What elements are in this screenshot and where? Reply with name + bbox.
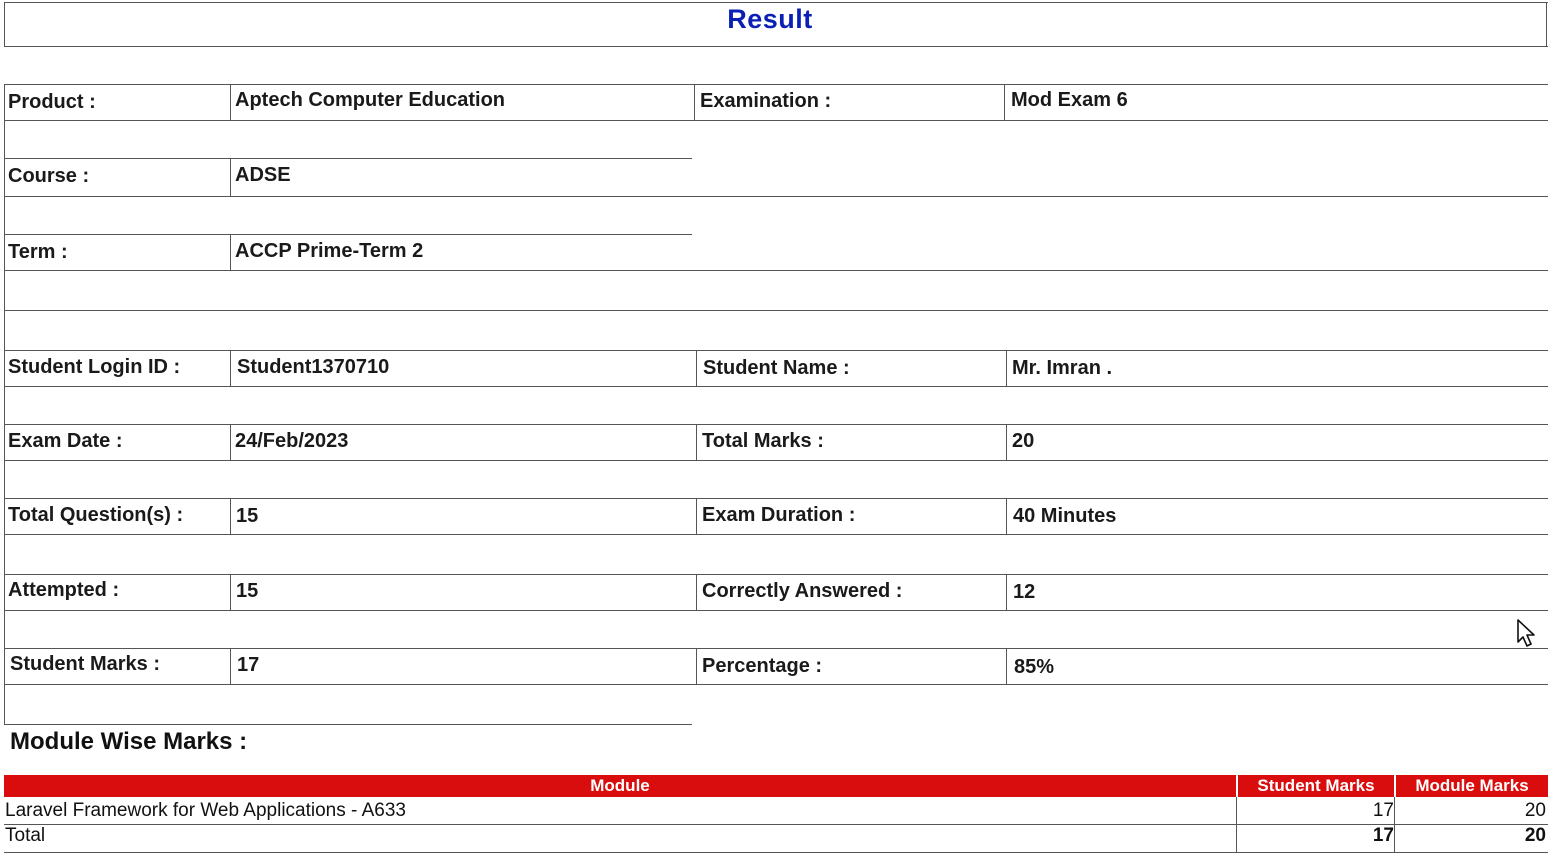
student-name-label: Student Name : bbox=[703, 357, 850, 379]
course-value: ADSE bbox=[235, 164, 291, 186]
total-row: Total 17 20 bbox=[4, 824, 1548, 848]
student-login-value: Student1370710 bbox=[237, 356, 390, 378]
product-label: Product : bbox=[8, 91, 96, 113]
column-header-module-marks: Module Marks bbox=[1415, 776, 1529, 795]
total-marks-value: 20 bbox=[1012, 430, 1035, 452]
examination-label: Examination : bbox=[700, 90, 832, 112]
module-marks-cell: 20 bbox=[1524, 800, 1546, 821]
examination-value: Mod Exam 6 bbox=[1011, 89, 1128, 111]
module-wise-heading: Module Wise Marks : bbox=[10, 728, 248, 755]
module-table-header: Module Student Marks Module Marks bbox=[4, 775, 1548, 797]
total-marks-label: Total Marks : bbox=[702, 430, 824, 452]
student-marks-value: 17 bbox=[237, 654, 260, 676]
exam-date-label: Exam Date : bbox=[8, 430, 123, 452]
column-header-student-marks: Student Marks bbox=[1257, 776, 1375, 795]
mouse-cursor-icon bbox=[1517, 619, 1535, 647]
student-name-value: Mr. Imran . bbox=[1012, 357, 1113, 379]
course-label: Course : bbox=[8, 165, 90, 187]
correctly-answered-value: 12 bbox=[1013, 581, 1036, 603]
term-value: ACCP Prime-Term 2 bbox=[235, 240, 424, 262]
exam-date-value: 24/Feb/2023 bbox=[235, 430, 349, 452]
total-questions-value: 15 bbox=[236, 505, 259, 527]
percentage-value: 85% bbox=[1014, 656, 1055, 678]
attempted-label: Attempted : bbox=[8, 579, 120, 601]
term-label: Term : bbox=[8, 241, 68, 263]
total-questions-label: Total Question(s) : bbox=[8, 504, 184, 526]
exam-duration-value: 40 Minutes bbox=[1013, 505, 1117, 527]
column-header-module: Module bbox=[590, 776, 650, 795]
percentage-label: Percentage : bbox=[702, 655, 823, 677]
product-value: Aptech Computer Education bbox=[235, 89, 506, 111]
exam-duration-label: Exam Duration : bbox=[702, 504, 856, 526]
table-row: Laravel Framework for Web Applications -… bbox=[4, 799, 1548, 823]
attempted-value: 15 bbox=[236, 580, 259, 602]
correctly-answered-label: Correctly Answered : bbox=[702, 580, 903, 602]
student-login-label: Student Login ID : bbox=[8, 356, 181, 378]
module-name-cell: Laravel Framework for Web Applications -… bbox=[5, 800, 406, 821]
total-label: Total bbox=[5, 825, 46, 846]
page-title: Result bbox=[727, 4, 813, 34]
total-module-marks: 20 bbox=[1524, 825, 1546, 846]
student-marks-cell: 17 bbox=[1372, 800, 1394, 821]
total-student-marks: 17 bbox=[1372, 825, 1394, 846]
student-marks-label: Student Marks : bbox=[10, 653, 161, 675]
